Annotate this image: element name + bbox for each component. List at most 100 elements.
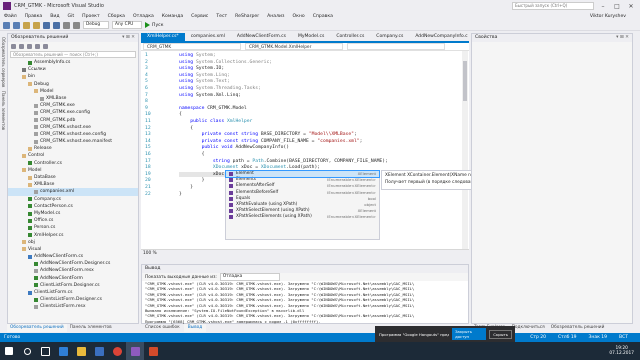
user-account[interactable]: Viktor Kuryshev: [590, 14, 626, 19]
taskbar-chrome[interactable]: [108, 342, 126, 360]
quick-launch-input[interactable]: Быстрый запуск (Ctrl+Q): [512, 2, 594, 10]
document-tab[interactable]: Company.cs: [370, 33, 409, 41]
code-line[interactable]: }: [179, 185, 193, 192]
menu-item[interactable]: Тест: [216, 14, 227, 19]
tree-item[interactable]: companies.xml: [8, 188, 138, 196]
taskbar-edge[interactable]: [54, 342, 72, 360]
code-line[interactable]: using System.Xml.Linq;: [179, 93, 241, 100]
menu-item[interactable]: Сборка: [108, 14, 125, 19]
server-explorer-tab[interactable]: Обозреватель серверов: [1, 37, 6, 87]
tree-item[interactable]: AddNewClientForm.cs: [8, 253, 138, 260]
code-line[interactable]: namespace CRM_GTMK.Model: [179, 106, 247, 113]
tree-item[interactable]: bin: [8, 73, 138, 80]
tree-item[interactable]: ContactPerson.cs: [8, 203, 138, 210]
document-tab[interactable]: AddNewClientForm.cs: [231, 33, 292, 41]
editor-scrollbar[interactable]: [462, 51, 468, 249]
document-tab[interactable]: MyModel.cs: [292, 33, 330, 41]
document-tab[interactable]: XmlHelper.cs*: [141, 33, 185, 41]
taskbar-explorer[interactable]: [72, 342, 90, 360]
document-tab[interactable]: companies.xml: [185, 33, 231, 41]
redo-icon[interactable]: [73, 21, 80, 29]
tree-item[interactable]: ClientsListForm.resx: [8, 303, 138, 310]
hide-button[interactable]: Скрыть: [489, 329, 512, 339]
code-line[interactable]: }: [179, 192, 182, 199]
open-file-icon[interactable]: [33, 21, 40, 29]
code-line[interactable]: using System.IO;: [179, 66, 224, 73]
scroll-thumb[interactable]: [463, 61, 467, 101]
tree-item[interactable]: Release: [8, 145, 138, 152]
tree-item[interactable]: Controller.cs: [8, 160, 138, 167]
solution-search-input[interactable]: Обозреватель решений — поиск (Ctrl+;): [10, 51, 136, 58]
tree-item[interactable]: CRM_GTMK.vshost.exe.config: [8, 131, 138, 138]
save-icon[interactable]: [43, 21, 50, 29]
maximize-button[interactable]: □: [612, 3, 622, 10]
tree-item[interactable]: MyModel.cs: [8, 210, 138, 217]
document-tab[interactable]: Controller.cs: [330, 33, 370, 41]
tree-item[interactable]: Company.cs: [8, 196, 138, 203]
platform-select[interactable]: Any CPU: [112, 21, 142, 29]
menu-item[interactable]: Окно: [292, 14, 304, 19]
properties-icon[interactable]: [43, 43, 48, 49]
tree-item[interactable]: AddNewClientForm.resx: [8, 267, 138, 274]
forward-icon[interactable]: [13, 21, 20, 29]
menu-item[interactable]: Проект: [82, 14, 99, 19]
member-nav-select[interactable]: [347, 43, 445, 50]
tree-item[interactable]: XMLBase: [8, 181, 138, 188]
completion-item[interactable]: XPathSelectElements (using XPath) IEnumer…: [226, 214, 379, 220]
code-line[interactable]: using System.Threading.Tasks;: [179, 86, 261, 93]
tree-item[interactable]: Debug: [8, 81, 138, 88]
menu-item[interactable]: Вид: [50, 14, 59, 19]
sync-icon[interactable]: [19, 43, 24, 49]
class-nav-select[interactable]: CRM_GTMK.Model.XmlHelper: [245, 43, 343, 50]
menu-item[interactable]: Правка: [25, 14, 42, 19]
undo-icon[interactable]: [63, 21, 70, 29]
task-view-button[interactable]: [36, 342, 54, 360]
tree-item[interactable]: CRM_GTMK.vshost.exe: [8, 124, 138, 131]
configuration-select[interactable]: Debug: [83, 21, 109, 29]
start-button[interactable]: Пуск: [145, 22, 163, 28]
tree-item[interactable]: AddNewClientForm.Designer.cs: [8, 260, 138, 267]
code-line[interactable]: {: [179, 112, 182, 119]
taskbar-visual-studio[interactable]: [126, 342, 144, 360]
home-icon[interactable]: [11, 43, 16, 49]
menu-item[interactable]: Git: [68, 14, 75, 19]
code-line[interactable]: {: [179, 152, 205, 159]
tree-item[interactable]: AddNewClientForm: [8, 275, 138, 282]
refresh-icon[interactable]: [27, 43, 32, 49]
tree-item[interactable]: Control: [8, 152, 138, 159]
menu-item[interactable]: Отладка: [133, 14, 154, 19]
tab-toolbox[interactable]: Панель элементов: [67, 324, 115, 332]
intellisense-list[interactable]: Element XElement Elements IEnumerable<XElem…: [225, 169, 380, 240]
tree-item[interactable]: Ссылки: [8, 66, 138, 73]
tree-item[interactable]: CRM_GTMK.exe: [8, 102, 138, 109]
taskbar-store[interactable]: [90, 342, 108, 360]
tree-item[interactable]: Visual: [8, 246, 138, 253]
output-source-select[interactable]: Отладка: [219, 273, 280, 281]
tree-item[interactable]: XmlHelper.cs: [8, 232, 138, 239]
tree-item[interactable]: ClientsListForm.Designer.cs: [8, 296, 138, 303]
menu-item[interactable]: Сервис: [191, 14, 208, 19]
minimize-button[interactable]: –: [598, 3, 608, 10]
menu-item[interactable]: Справка: [313, 14, 333, 19]
tree-item[interactable]: ClientListForm.Designer.cs: [8, 282, 138, 289]
search-button[interactable]: [18, 342, 36, 360]
menu-item[interactable]: Команда: [162, 14, 183, 19]
stop-sharing-button[interactable]: Закрыть доступ: [452, 328, 487, 340]
pin-icon[interactable]: ▾ ⊞ ✕: [122, 34, 135, 42]
code-line[interactable]: public void AddNewCompanyInfo(): [179, 145, 290, 152]
code-line[interactable]: using System;: [179, 53, 216, 60]
menu-item[interactable]: ReSharper: [235, 14, 259, 19]
code-line[interactable]: public class XmlHelper: [179, 119, 252, 126]
tab-error-list[interactable]: Список ошибок: [141, 324, 184, 332]
tree-item[interactable]: DataBase: [8, 174, 138, 181]
taskbar-app[interactable]: [144, 342, 162, 360]
tree-item[interactable]: ClientListForm.cs: [8, 289, 138, 296]
tree-item[interactable]: Office.cs: [8, 217, 138, 224]
menu-item[interactable]: Файл: [4, 14, 17, 19]
collapse-all-icon[interactable]: [35, 43, 40, 49]
tree-item[interactable]: Person.cs: [8, 224, 138, 231]
start-menu-button[interactable]: [0, 342, 18, 360]
tree-item[interactable]: CRM_GTMK.pdb: [8, 117, 138, 124]
tree-item[interactable]: CRM_GTMK.exe.config: [8, 109, 138, 116]
save-all-icon[interactable]: [53, 21, 60, 29]
